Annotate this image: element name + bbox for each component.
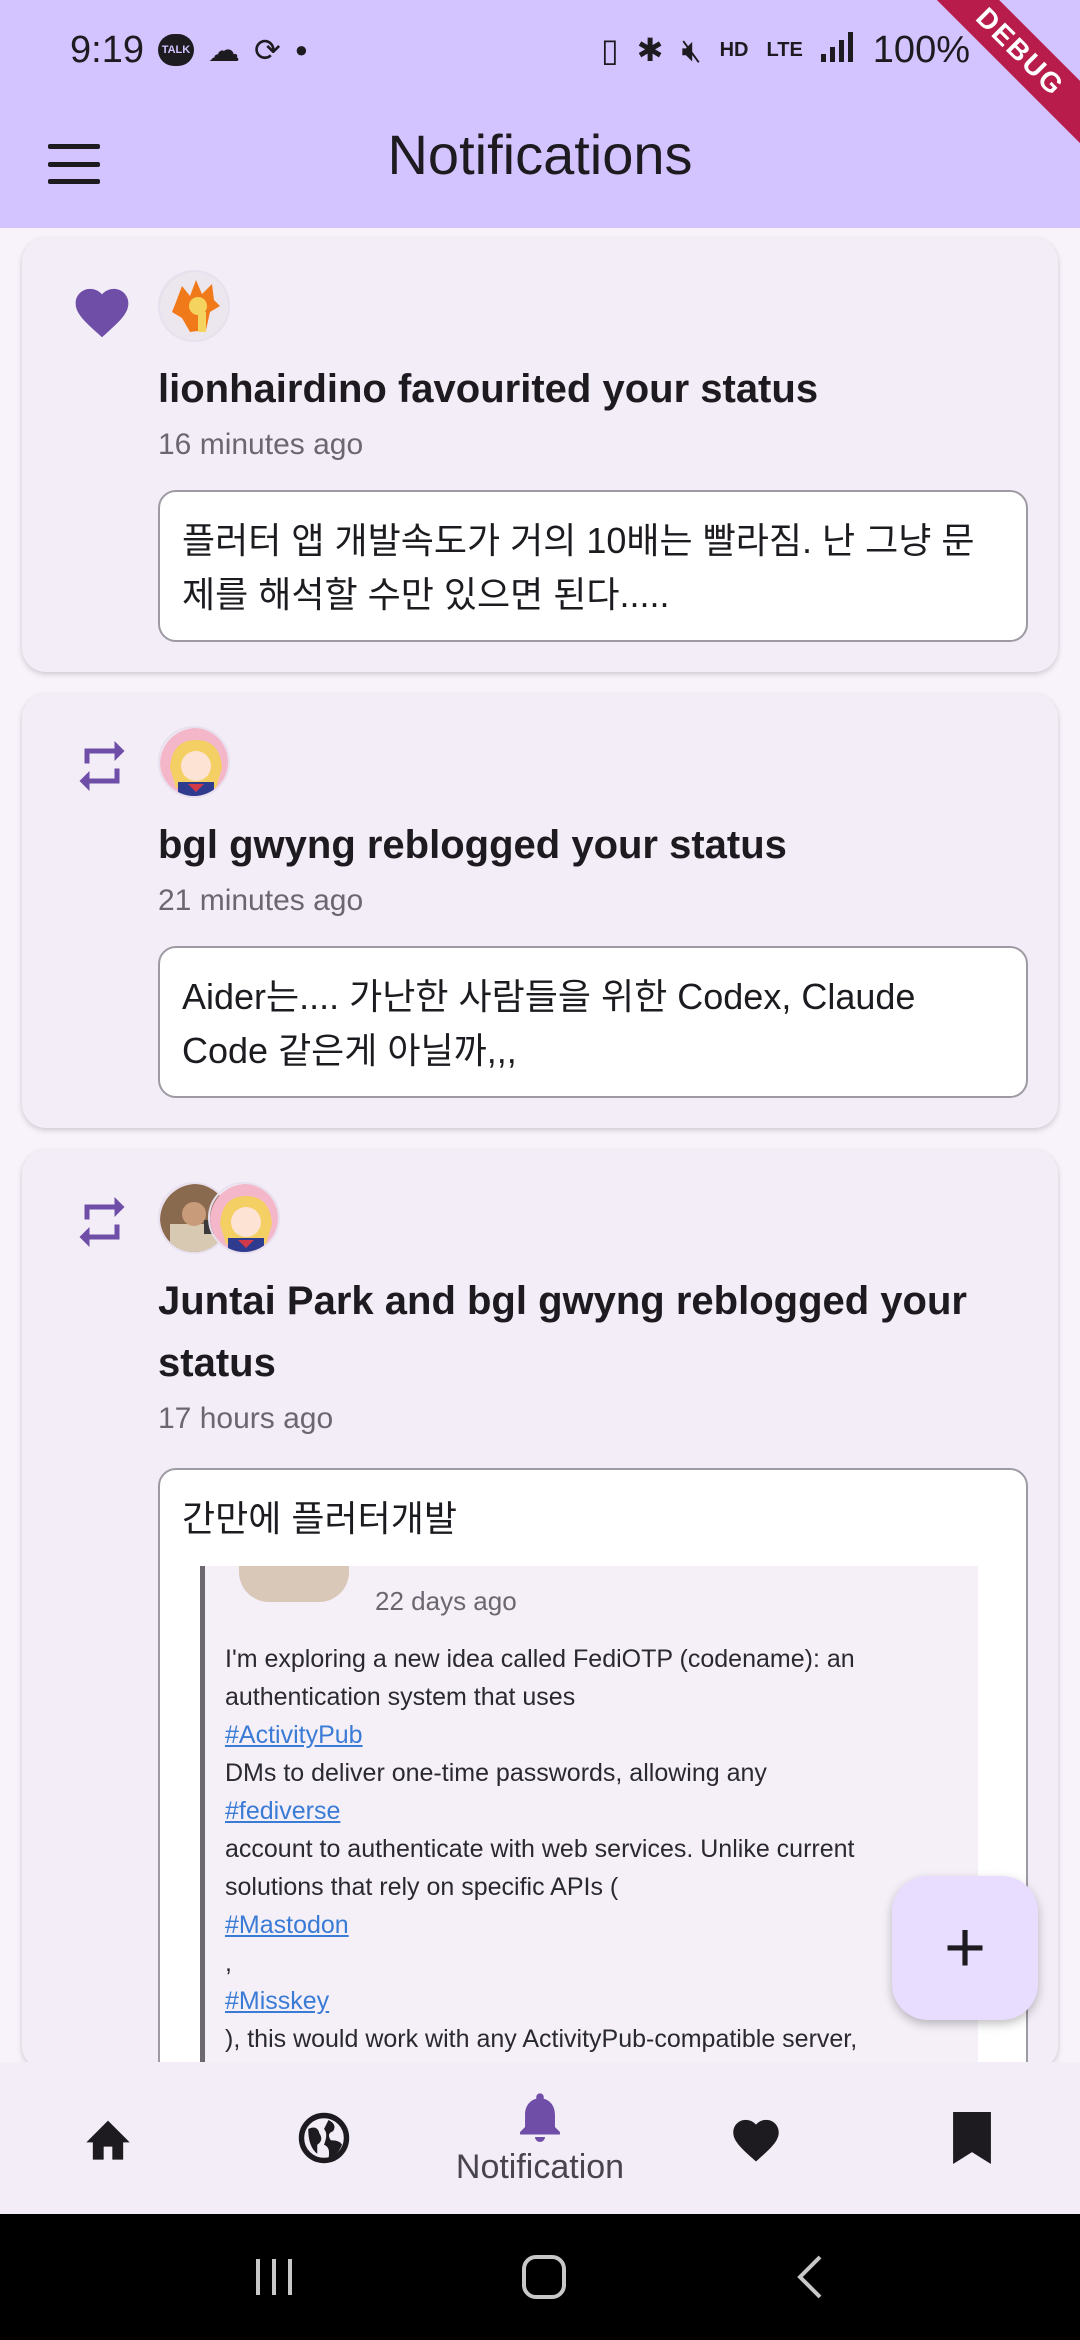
notification-time: 16 minutes ago xyxy=(158,428,364,461)
recent-apps-icon[interactable] xyxy=(252,2255,296,2299)
avatar[interactable] xyxy=(158,726,230,798)
nav-label: Notification xyxy=(455,2147,625,2186)
home-button-icon[interactable] xyxy=(520,2253,568,2301)
status-preview[interactable]: Aider는.... 가난한 사람들을 위한 Codex, Claude Cod… xyxy=(158,946,1028,1098)
status-time: 9:19 xyxy=(70,28,144,71)
lte-icon: LTE xyxy=(766,39,803,61)
page-title: Notifications xyxy=(387,123,693,186)
hashtag-link: #Misskey xyxy=(225,1987,330,2015)
embedded-avatar xyxy=(239,1566,349,1602)
app-bar: Notifications xyxy=(0,100,1080,228)
status-text: 플러터 앱 개발속도가 거의 10배는 빨라짐. 난 그냥 문제를 해석할 수만… xyxy=(182,520,975,615)
bell-icon xyxy=(520,2092,560,2142)
bottom-navigation: Notification xyxy=(0,2062,1080,2214)
cloud-icon: ☁ xyxy=(207,32,240,68)
embedded-time: 22 days ago xyxy=(375,1586,517,1616)
avatar[interactable] xyxy=(208,1182,280,1254)
talk-icon: TALK xyxy=(157,34,194,66)
hashtag-link: #fediverse xyxy=(225,1797,341,1825)
hd-voice-icon: HD xyxy=(719,39,749,61)
system-navigation-bar xyxy=(0,2214,1080,2340)
notification-title: Juntai Park and bgl gwyng reblogged your… xyxy=(158,1279,967,1385)
mute-icon: 🔇︎ xyxy=(681,32,702,68)
avatar[interactable] xyxy=(158,270,230,342)
hashtag-link: #Mastodon xyxy=(225,1911,349,1939)
nav-favourites[interactable] xyxy=(648,2062,864,2214)
bookmark-icon xyxy=(953,2112,991,2164)
hashtag-link: #ActivityPub xyxy=(225,1721,363,1749)
battery-percent: 100% xyxy=(872,28,970,71)
repeat-icon xyxy=(54,718,150,814)
embedded-text: I'm exploring a new idea called FediOTP … xyxy=(225,1640,958,2058)
home-icon xyxy=(86,2120,130,2160)
status-preview[interactable]: 간만에 플러터개발 22 days ago I'm exploring a ne… xyxy=(158,1468,1028,2108)
battery-saver-icon: ▯ xyxy=(601,32,619,68)
plus-icon: + xyxy=(943,1908,987,1988)
top-bar: 9:19 TALK ☁ ⟳ ● ▯ ✱ 🔇︎ HD LTE 100% DEBUG… xyxy=(0,0,1080,228)
nav-federated[interactable] xyxy=(216,2062,432,2214)
status-text: 간만에 플러터개발 xyxy=(182,1498,457,1539)
globe-icon xyxy=(298,2112,350,2164)
repeat-icon xyxy=(54,1174,150,1270)
notification-card[interactable]: lionhairdino favourited your status 16 m… xyxy=(22,238,1058,672)
dot-icon: ● xyxy=(294,37,309,62)
nav-notifications[interactable]: Notification xyxy=(432,2062,648,2214)
embedded-screenshot: 22 days ago I'm exploring a new idea cal… xyxy=(200,1566,978,2086)
status-text: Aider는.... 가난한 사람들을 위한 Codex, Claude Cod… xyxy=(182,976,916,1071)
compose-button[interactable]: + xyxy=(892,1876,1038,2020)
notification-time: 17 hours ago xyxy=(158,1402,334,1435)
notification-card[interactable]: bgl gwyng reblogged your status 21 minut… xyxy=(22,694,1058,1128)
sync-icon: ⟳ xyxy=(253,32,281,68)
notification-time: 21 minutes ago xyxy=(158,884,364,917)
status-bar: 9:19 TALK ☁ ⟳ ● ▯ ✱ 🔇︎ HD LTE 100% xyxy=(0,0,1080,100)
bluetooth-icon: ✱ xyxy=(636,32,664,68)
signal-icon xyxy=(820,29,855,72)
nav-home[interactable] xyxy=(0,2062,216,2214)
heart-icon xyxy=(733,2119,779,2162)
notification-title: lionhairdino favourited your status xyxy=(158,367,819,411)
heart-icon xyxy=(54,262,150,358)
notification-title: bgl gwyng reblogged your status xyxy=(158,823,787,867)
status-preview[interactable]: 플러터 앱 개발속도가 거의 10배는 빨라짐. 난 그냥 문제를 해석할 수만… xyxy=(158,490,1028,642)
nav-bookmarks[interactable] xyxy=(864,2062,1080,2214)
back-icon[interactable] xyxy=(792,2253,828,2301)
